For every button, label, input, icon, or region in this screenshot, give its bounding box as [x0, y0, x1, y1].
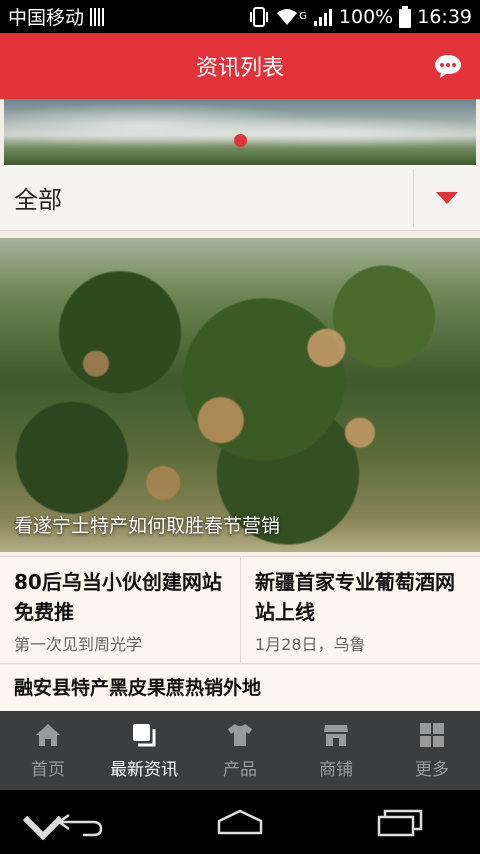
news-grid: 80后乌当小伙创建网站 免费推 第一次见到周光学 新疆首家专业葡萄酒网站上线 1…	[0, 556, 480, 664]
system-nav-bar	[0, 790, 480, 854]
chat-icon[interactable]	[434, 52, 462, 80]
feature-article[interactable]: 看遂宁土特产如何取胜春节营销	[0, 238, 480, 552]
tab-home[interactable]: 首页	[0, 711, 96, 790]
tab-label: 产品	[223, 760, 257, 780]
tab-label: 首页	[31, 760, 65, 780]
carrier: 中国移动	[8, 3, 107, 30]
tab-products[interactable]: 产品	[192, 711, 288, 790]
news-summary: 1月28日，乌鲁	[255, 635, 366, 654]
shirt-icon	[228, 724, 252, 746]
carousel-indicator	[234, 134, 247, 147]
battery-icon	[399, 5, 412, 28]
news-card[interactable]: 新疆首家专业葡萄酒网站上线 1月28日，乌鲁	[240, 557, 480, 663]
banner-image	[4, 99, 476, 165]
news-title: 融安县特产黑皮果蔗热销外地	[14, 677, 262, 699]
tab-more[interactable]: 更多	[384, 711, 480, 790]
signal-bars-icon	[90, 7, 107, 26]
recent-apps-icon[interactable]	[375, 807, 425, 837]
news-title: 新疆首家专业葡萄酒网站上线	[255, 570, 455, 624]
news-summary: 第一次见到周光学	[14, 635, 143, 654]
tab-label: 商铺	[319, 760, 353, 780]
clock: 16:39	[417, 5, 472, 28]
grid-icon	[420, 723, 444, 747]
tab-news[interactable]: 最新资讯	[96, 711, 192, 790]
home-nav-icon[interactable]	[215, 807, 265, 837]
store-icon	[324, 725, 348, 746]
dropdown-arrow-icon	[436, 191, 458, 204]
battery-percent: 100%	[338, 5, 394, 28]
status-right: G 100% 16:39	[249, 5, 472, 28]
wifi-icon	[277, 8, 298, 25]
category-filter[interactable]: 全部	[0, 165, 480, 231]
home-icon	[36, 724, 60, 746]
chevron-down-icon[interactable]	[18, 812, 68, 842]
news-title: 80后乌当小伙创建网站 免费推	[14, 570, 222, 624]
vibrate-icon	[250, 6, 269, 27]
filter-dropdown-button[interactable]	[414, 165, 480, 231]
bottom-tab-bar: 首页 最新资讯 产品 商铺 更多	[0, 711, 480, 790]
app-header: 资讯列表	[0, 33, 480, 99]
banner-carousel[interactable]	[4, 99, 476, 165]
feature-image-fruit	[0, 238, 480, 552]
page-title: 资讯列表	[195, 56, 284, 81]
carrier-name: 中国移动	[8, 7, 85, 29]
news-list-item[interactable]: 融安县特产黑皮果蔗热销外地	[0, 665, 480, 711]
network-type: G	[299, 11, 307, 22]
cell-signal-icon	[313, 8, 332, 26]
news-card[interactable]: 80后乌当小伙创建网站 免费推 第一次见到周光学	[0, 557, 240, 663]
filter-selected[interactable]: 全部	[0, 180, 413, 215]
status-bar: 中国移动 G 100% 16:39	[0, 0, 480, 33]
tab-label: 更多	[415, 760, 449, 780]
tab-label: 最新资讯	[110, 760, 178, 780]
tab-stores[interactable]: 商铺	[288, 711, 384, 790]
feature-caption: 看遂宁土特产如何取胜春节营销	[14, 515, 281, 537]
news-icon	[133, 724, 156, 747]
